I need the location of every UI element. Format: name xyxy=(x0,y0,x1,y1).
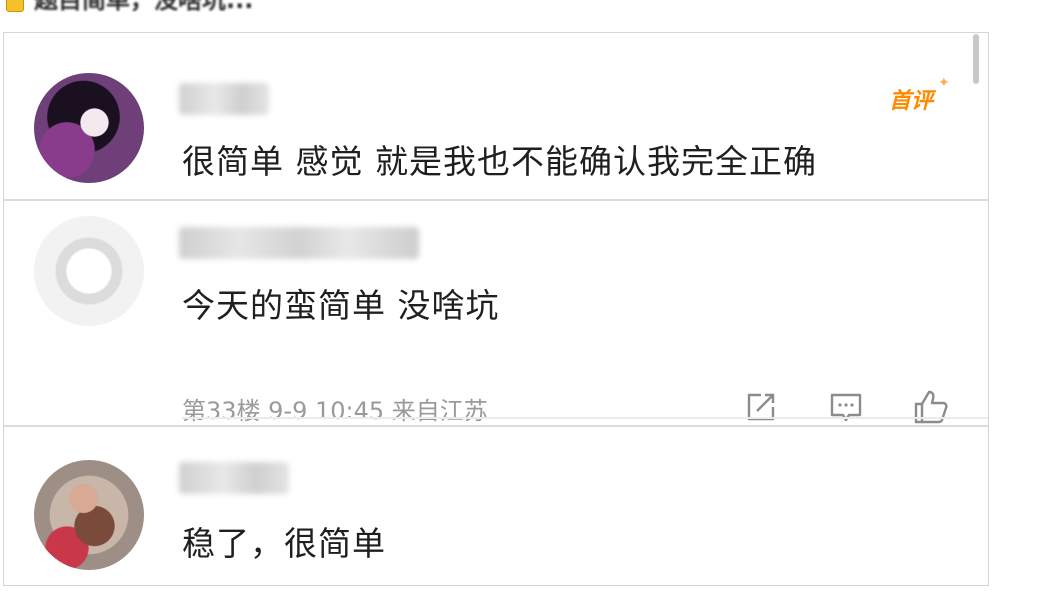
comment-text: 今天的蛮简单 没啥坑 xyxy=(182,286,500,325)
comment-meta: 第33楼 9-9 10:45 来自江苏 xyxy=(182,397,488,425)
comment-list: 首评 ✦ 很简单 感觉 就是我也不能确认我完全正确 今天的蛮简单 没啥坑 第33… xyxy=(3,32,989,586)
reply-button[interactable] xyxy=(826,387,866,427)
username-blurred[interactable] xyxy=(179,462,289,494)
first-comment-badge: 首评 xyxy=(889,89,934,114)
avatar[interactable] xyxy=(34,73,144,183)
avatar[interactable] xyxy=(34,216,144,326)
reply-icon xyxy=(830,393,862,422)
like-icon xyxy=(914,390,948,424)
divider xyxy=(4,199,988,201)
comment-text: 稳了，很简单 xyxy=(182,524,386,563)
comment-text: 很简单 感觉 就是我也不能确认我完全正确 xyxy=(182,142,817,181)
like-button[interactable] xyxy=(911,387,951,427)
scrollbar[interactable] xyxy=(973,34,979,84)
avatar[interactable] xyxy=(34,460,144,570)
username-blurred[interactable] xyxy=(179,83,269,115)
top-banner: 题目简单，没啥坑... xyxy=(0,0,300,12)
share-icon xyxy=(747,393,775,421)
divider xyxy=(4,425,988,427)
banner-text: 题目简单，没啥坑... xyxy=(34,0,253,12)
divider xyxy=(182,417,988,419)
note-icon xyxy=(6,0,24,12)
username-blurred[interactable] xyxy=(179,227,419,259)
share-button[interactable] xyxy=(741,387,781,427)
sparkle-icon: ✦ xyxy=(938,75,950,91)
